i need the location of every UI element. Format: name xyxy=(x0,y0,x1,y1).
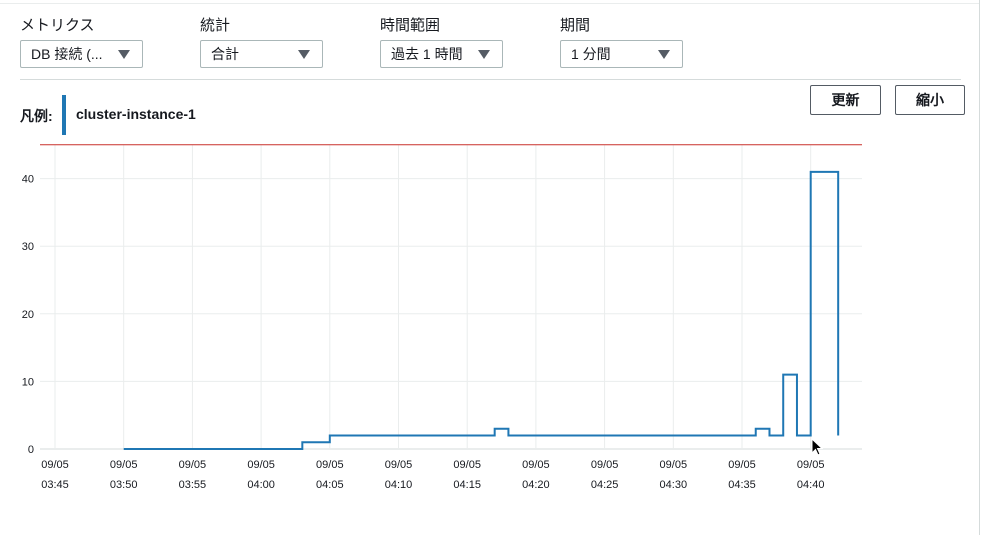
caret-down-icon xyxy=(118,50,130,59)
time-range-label: 時間範囲 xyxy=(380,17,441,34)
caret-down-icon xyxy=(298,50,310,59)
x-tick-time: 04:10 xyxy=(385,479,413,491)
x-axis-labels: 09/05 03:45 09/05 03:50 09/05 03:55 09/05 04:00… xyxy=(41,459,824,491)
caret-down-icon xyxy=(658,50,670,59)
y-axis-labels: 0 10 20 30 40 xyxy=(22,174,34,456)
legend-label: 凡例: xyxy=(20,108,53,124)
x-tick-date: 09/05 xyxy=(522,459,550,471)
x-tick-time: 03:45 xyxy=(41,479,69,491)
x-tick-date: 09/05 xyxy=(660,459,688,471)
refresh-button[interactable]: 更新 xyxy=(810,85,881,115)
x-tick-time: 04:35 xyxy=(728,479,756,491)
period-select[interactable]: 1 分間 xyxy=(560,40,683,68)
x-tick-time: 04:40 xyxy=(797,479,825,491)
x-tick-time: 03:55 xyxy=(179,479,207,491)
metric-label: メトリクス xyxy=(20,17,95,34)
time-range-select-value: 過去 1 時間 xyxy=(391,46,463,62)
period-select-value: 1 分間 xyxy=(571,46,611,62)
time-range-select[interactable]: 過去 1 時間 xyxy=(380,40,503,68)
x-tick-time: 04:30 xyxy=(660,479,688,491)
y-tick-label: 40 xyxy=(22,174,34,186)
metric-select-value: DB 接続 (... xyxy=(31,46,103,62)
metric-select[interactable]: DB 接続 (... xyxy=(20,40,143,68)
x-tick-time: 04:05 xyxy=(316,479,344,491)
chart-grid xyxy=(40,145,862,450)
x-tick-date: 09/05 xyxy=(385,459,413,471)
mouse-cursor-icon xyxy=(811,438,824,456)
y-tick-label: 30 xyxy=(22,241,34,253)
y-tick-label: 20 xyxy=(22,309,34,321)
x-tick-date: 09/05 xyxy=(110,459,138,471)
x-tick-time: 04:20 xyxy=(522,479,550,491)
x-tick-date: 09/05 xyxy=(591,459,619,471)
period-label: 期間 xyxy=(560,17,591,34)
statistic-select[interactable]: 合計 xyxy=(200,40,323,68)
y-tick-label: 10 xyxy=(22,376,34,388)
x-tick-date: 09/05 xyxy=(179,459,207,471)
y-tick-label: 0 xyxy=(28,444,34,456)
x-tick-time: 03:50 xyxy=(110,479,138,491)
statistic-select-value: 合計 xyxy=(211,46,239,62)
series-layer xyxy=(123,170,840,450)
x-tick-time: 04:00 xyxy=(247,479,275,491)
statistic-label: 統計 xyxy=(200,17,231,34)
legend-swatch xyxy=(62,95,66,135)
x-tick-date: 09/05 xyxy=(316,459,344,471)
x-tick-date: 09/05 xyxy=(247,459,275,471)
x-tick-date: 09/05 xyxy=(728,459,756,471)
x-tick-date: 09/05 xyxy=(797,459,825,471)
right-border xyxy=(979,0,980,535)
top-border xyxy=(0,3,979,4)
caret-down-icon xyxy=(478,50,490,59)
controls-divider xyxy=(20,79,961,80)
zoom-out-button[interactable]: 縮小 xyxy=(895,85,965,115)
series-line xyxy=(123,170,840,450)
x-tick-time: 04:15 xyxy=(453,479,481,491)
x-tick-time: 04:25 xyxy=(591,479,619,491)
chart[interactable]: 0 10 20 30 40 09/05 03:45 09/05 03:50 09/05 03:55… xyxy=(0,130,900,500)
x-tick-date: 09/05 xyxy=(41,459,69,471)
legend-series-name[interactable]: cluster-instance-1 xyxy=(76,106,196,122)
x-tick-date: 09/05 xyxy=(453,459,481,471)
